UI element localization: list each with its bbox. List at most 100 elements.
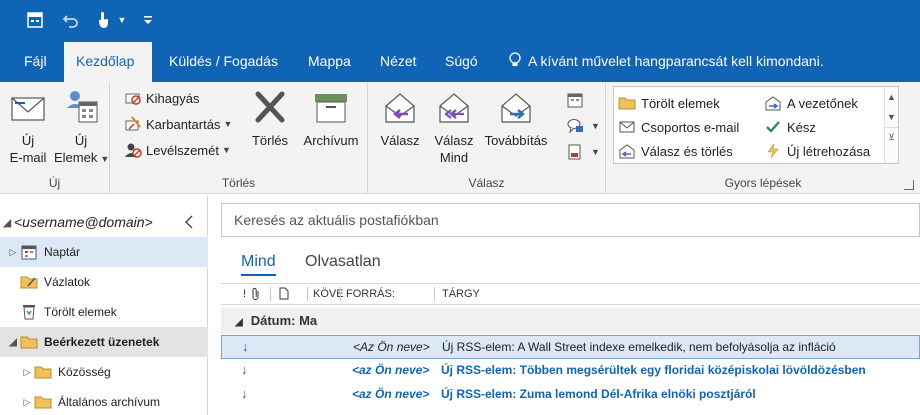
archive-button[interactable]: Archívum — [296, 88, 366, 149]
tell-me-text: A kívánt művelet hangparancsát kell kimo… — [528, 53, 824, 69]
reply-icon — [385, 93, 415, 123]
folder-icon — [34, 394, 52, 410]
reply-all-button[interactable]: Válasz Mind — [430, 88, 478, 166]
filter-all[interactable]: Mind — [241, 253, 276, 276]
nav-item-drafts[interactable]: Vázlatok — [0, 267, 208, 297]
message-row[interactable]: ↓ <az Ön neve> Új RSS-elem: Többen megsé… — [221, 359, 920, 383]
folder-icon — [34, 364, 52, 380]
search-input[interactable]: Keresés az aktuális postafiókban — [221, 203, 920, 237]
outlook-calendar-icon[interactable] — [24, 9, 46, 31]
column-header: ! KÖVE FORRÁS: TÁRGY — [221, 283, 920, 305]
ignore-icon — [124, 89, 142, 107]
group-new: Új E-mail Új Elemek ▼ Új — [0, 82, 110, 194]
collapse-arrow-icon: ◢ — [2, 216, 12, 229]
forward-button[interactable]: Továbbítás — [480, 88, 552, 149]
expand-arrow-icon: ▷ — [23, 396, 31, 407]
from-column[interactable]: FORRÁS: — [346, 288, 395, 300]
group-delete: Kihagyás Karbantartás ▼ Levélszemét ▼ Törl… — [110, 82, 368, 194]
chevron-down-icon: ▼ — [221, 145, 231, 155]
nav-item-deleted[interactable]: Törölt elemek — [0, 297, 208, 327]
title-bar: ▼ — [0, 0, 920, 42]
folder-pane: ◢ <username@domain> ▷ Naptár Vázlatok Tö… — [0, 195, 208, 415]
quick-step-create-new[interactable]: Új létrehozása — [764, 141, 870, 161]
collapse-arrow-icon: ◢ — [235, 317, 243, 328]
group-quick-steps: Törölt elemek Csoportos e-mail Válasz és… — [606, 82, 920, 194]
junk-button[interactable]: Levélszemét ▼ — [124, 140, 231, 160]
forward-label: Továbbítás — [484, 133, 548, 148]
new-email-button[interactable]: Új E-mail — [4, 88, 52, 166]
meeting-button[interactable] — [566, 90, 588, 110]
quick-step-deleted-items[interactable]: Törölt elemek — [618, 93, 720, 113]
new-items-button[interactable]: Új Elemek ▼ — [54, 88, 110, 168]
customize-qat-icon[interactable] — [140, 9, 156, 31]
checkmark-icon — [764, 119, 782, 135]
undo-icon[interactable] — [60, 9, 82, 31]
account-node[interactable]: ◢ <username@domain> — [0, 207, 208, 237]
quick-steps-gallery: Törölt elemek Csoportos e-mail Válasz és… — [613, 86, 899, 164]
category-column[interactable]: KÖVE — [313, 288, 344, 300]
quick-step-done[interactable]: Kész — [764, 117, 816, 137]
new-items-icon — [67, 91, 98, 123]
scroll-up-icon[interactable]: ▲ — [885, 87, 898, 107]
nav-item-inbox[interactable]: ◢ Beérkezett üzenetek — [0, 327, 208, 357]
document-icon[interactable] — [279, 287, 289, 303]
tab-home[interactable]: Kezdőlap — [64, 42, 152, 82]
chevron-down-icon: ▼ — [591, 147, 600, 157]
scroll-down-icon[interactable]: ▼ — [885, 107, 898, 127]
reply-button[interactable]: Válasz — [376, 88, 424, 149]
nav-item-calendar[interactable]: ▷ Naptár — [0, 237, 208, 267]
filter-unread[interactable]: Olvasatlan — [305, 253, 381, 271]
group-email-icon — [618, 119, 636, 135]
new-items-label-2: Elemek ▼ — [54, 150, 110, 165]
chat-icon — [566, 117, 584, 135]
chevron-down-icon: ▼ — [591, 121, 600, 131]
more-respond-button[interactable]: ▼ — [566, 142, 600, 162]
message-row[interactable]: ↓ <Az Ön neve> Új RSS-elem: A Wall Stree… — [221, 335, 920, 359]
reply-all-label-2: Mind — [439, 150, 469, 165]
lightning-icon — [764, 143, 782, 159]
subject-column[interactable]: TÁRGY — [442, 288, 480, 300]
tab-file[interactable]: Fájl — [12, 42, 59, 82]
tell-me-box[interactable]: A kívánt művelet hangparancsát kell kimo… — [508, 42, 824, 82]
date-group-header[interactable]: ◢ Dátum: Ma — [221, 308, 920, 334]
rss-down-arrow-icon: ↓ — [241, 386, 248, 401]
archive-label: Archívum — [303, 133, 359, 148]
archive-box-icon — [315, 94, 347, 123]
quick-step-group-email[interactable]: Csoportos e-mail — [618, 117, 739, 137]
touch-mode-icon[interactable] — [92, 9, 114, 31]
group-respond: Válasz Válasz Mind Továbbítás ▼ ▼ Válasz — [368, 82, 606, 194]
dialog-launcher-icon[interactable] — [904, 180, 914, 190]
folder-icon — [618, 95, 636, 111]
new-items-label-1: Új — [74, 133, 88, 148]
expand-gallery-icon[interactable]: ⊻ — [885, 127, 898, 147]
lightbulb-icon — [508, 44, 522, 66]
tab-send-receive[interactable]: Küldés / Fogadás — [157, 42, 290, 82]
cleanup-button[interactable]: Karbantartás ▼ — [124, 114, 232, 134]
quick-step-reply-delete[interactable]: Válasz és törlés — [618, 141, 733, 161]
delete-x-icon — [255, 91, 285, 123]
tab-folder[interactable]: Mappa — [296, 42, 363, 82]
nav-item-archive[interactable]: ▷ Általános archívum — [0, 387, 208, 415]
account-label: <username@domain> — [14, 214, 153, 230]
ribbon-tabs: Fájl Kezdőlap Küldés / Fogadás Mappa Néz… — [0, 42, 920, 82]
quick-steps-scrollbar[interactable]: ▲ ▼ ⊻ — [884, 87, 898, 163]
recycle-bin-icon — [20, 304, 38, 320]
tab-view[interactable]: Nézet — [368, 42, 429, 82]
im-button[interactable]: ▼ — [566, 116, 600, 136]
attachment-icon[interactable] — [251, 287, 261, 304]
expand-arrow-icon: ▷ — [9, 246, 17, 257]
message-row[interactable]: ↓ <az Ön neve> Új RSS-elem: Zuma lemond … — [221, 383, 920, 407]
tab-help[interactable]: Súgó — [433, 42, 490, 82]
meeting-icon — [566, 91, 584, 109]
nav-item-community[interactable]: ▷ Közösség — [0, 357, 208, 387]
rss-down-arrow-icon: ↓ — [242, 339, 249, 354]
delete-button[interactable]: Törlés — [248, 88, 292, 149]
ignore-button[interactable]: Kihagyás — [124, 88, 199, 108]
quick-step-to-manager[interactable]: A vezetőnek — [764, 93, 858, 113]
reply-label: Válasz — [380, 133, 420, 148]
reply-all-icon — [439, 93, 469, 123]
new-email-label-2: E-mail — [9, 150, 47, 165]
dropdown-caret-icon[interactable]: ▼ — [114, 9, 130, 31]
search-placeholder: Keresés az aktuális postafiókban — [234, 212, 439, 228]
importance-column[interactable]: ! — [243, 288, 246, 300]
